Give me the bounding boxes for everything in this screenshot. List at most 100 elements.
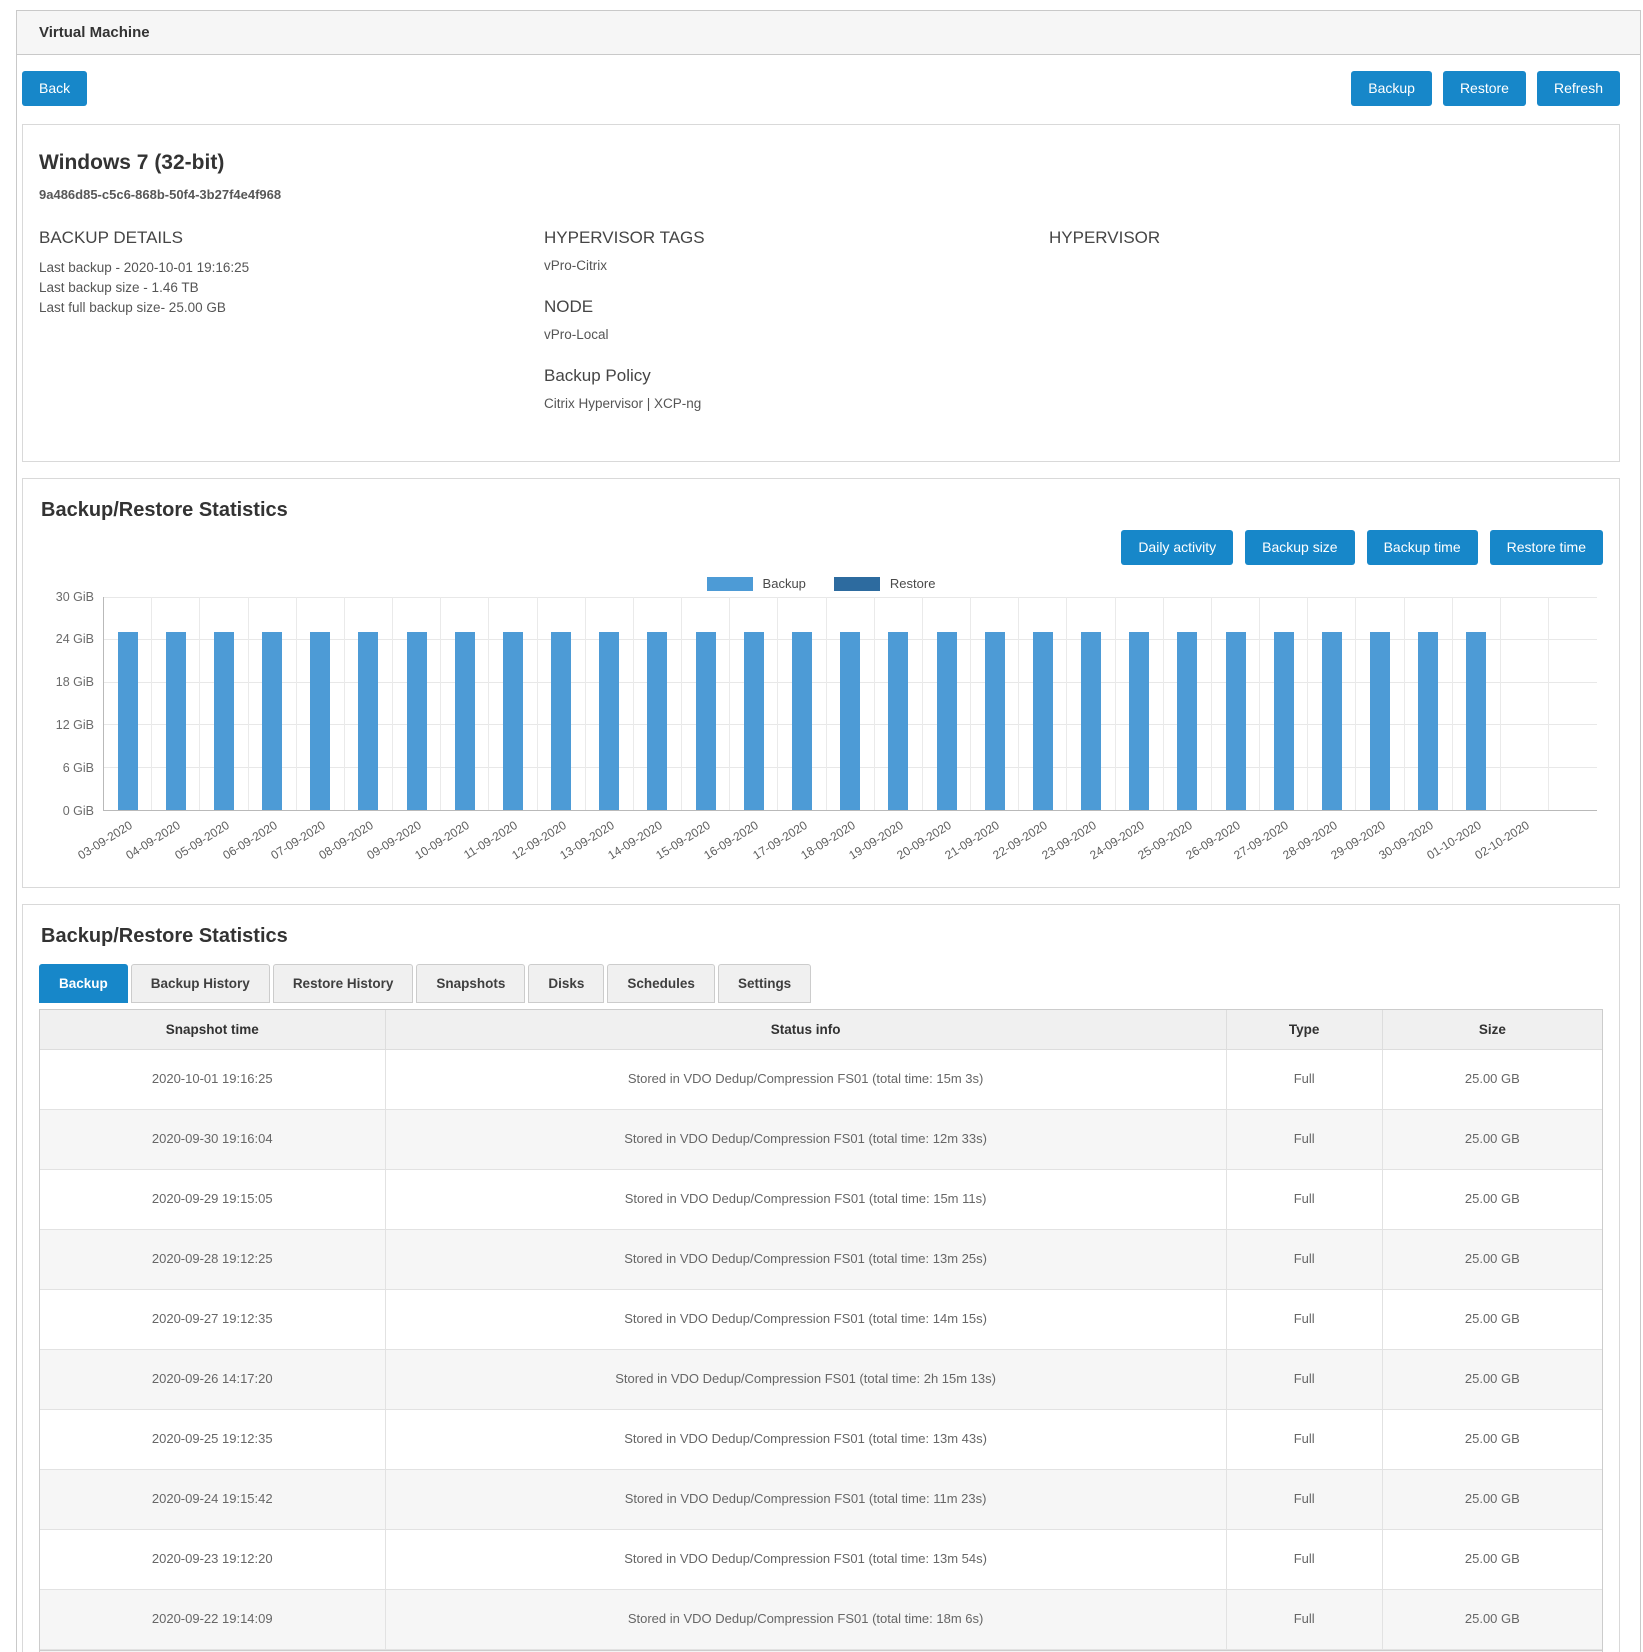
table-row[interactable]: 2020-09-23 19:12:20Stored in VDO Dedup/C… (40, 1529, 1602, 1589)
node-title: NODE (544, 297, 1049, 317)
chart-column: 16-09-2020 (730, 597, 778, 810)
column-header[interactable]: Snapshot time (40, 1010, 385, 1050)
hypervisor-tags-value: vPro-Citrix (544, 258, 1049, 273)
chart-column: 26-09-2020 (1212, 597, 1260, 810)
chart-column: 01-10-2020 (1453, 597, 1501, 810)
chart-column: 13-09-2020 (586, 597, 634, 810)
backup-bar (599, 632, 619, 810)
table-row[interactable]: 2020-09-28 19:12:25Stored in VDO Dedup/C… (40, 1229, 1602, 1289)
size-cell: 25.00 GB (1382, 1169, 1602, 1229)
table-row[interactable]: 2020-09-30 19:16:04Stored in VDO Dedup/C… (40, 1109, 1602, 1169)
snapshot-time-cell: 2020-09-28 19:12:25 (40, 1229, 385, 1289)
table-row[interactable]: 2020-09-25 19:12:35Stored in VDO Dedup/C… (40, 1409, 1602, 1469)
tab-backup-history[interactable]: Backup History (131, 964, 270, 1003)
chart-column: 30-09-2020 (1405, 597, 1453, 810)
backup-bar (937, 632, 957, 810)
backup-bar (1177, 632, 1197, 810)
size-cell: 25.00 GB (1382, 1289, 1602, 1349)
column-header[interactable]: Status info (385, 1010, 1226, 1050)
hypervisor-title: HYPERVISOR (1049, 228, 1603, 248)
type-cell: Full (1226, 1289, 1382, 1349)
status-info-cell: Stored in VDO Dedup/Compression FS01 (to… (385, 1229, 1226, 1289)
table-row[interactable]: 2020-09-27 19:12:35Stored in VDO Dedup/C… (40, 1289, 1602, 1349)
backup-detail-line: Last full backup size- 25.00 GB (39, 298, 544, 318)
chart-column: 25-09-2020 (1164, 597, 1212, 810)
chart-plot-area: 03-09-202004-09-202005-09-202006-09-2020… (103, 597, 1597, 811)
vm-uuid: 9a486d85-c5c6-868b-50f4-3b27f4e4f968 (39, 187, 1603, 202)
snapshot-time-cell: 2020-09-27 19:12:35 (40, 1289, 385, 1349)
backup-table: Snapshot timeStatus infoTypeSize 2020-10… (40, 1010, 1602, 1650)
size-cell: 25.00 GB (1382, 1529, 1602, 1589)
tab-backup[interactable]: Backup (39, 964, 128, 1003)
chart-column: 14-09-2020 (634, 597, 682, 810)
toolbar: Back Backup Restore Refresh (22, 71, 1635, 108)
y-tick-label: 6 GiB (63, 761, 94, 775)
backup-detail-line: Last backup size - 1.46 TB (39, 278, 544, 298)
status-info-cell: Stored in VDO Dedup/Compression FS01 (to… (385, 1529, 1226, 1589)
type-cell: Full (1226, 1169, 1382, 1229)
chart-view-button-backup-size[interactable]: Backup size (1245, 530, 1354, 565)
chart-view-button-daily-activity[interactable]: Daily activity (1121, 530, 1233, 565)
chart-view-button-restore-time[interactable]: Restore time (1490, 530, 1603, 565)
backup-bar (1370, 632, 1390, 810)
y-tick-label: 0 GiB (63, 804, 94, 818)
legend-label: Backup (763, 576, 806, 591)
hypervisor-tags-column: HYPERVISOR TAGS vPro-Citrix NODE vPro-Lo… (544, 228, 1049, 435)
backup-grid: Snapshot timeStatus infoTypeSize 2020-10… (39, 1009, 1603, 1652)
backup-bar (118, 632, 138, 810)
tab-bar: BackupBackup HistoryRestore HistorySnaps… (39, 964, 1603, 1003)
chart-column: 10-09-2020 (441, 597, 489, 810)
chart-panel-title: Backup/Restore Statistics (41, 499, 1603, 522)
type-cell: Full (1226, 1049, 1382, 1109)
type-cell: Full (1226, 1529, 1382, 1589)
type-cell: Full (1226, 1349, 1382, 1409)
chart-column: 04-09-2020 (152, 597, 200, 810)
backup-bar (310, 632, 330, 810)
backup-bar (792, 632, 812, 810)
status-info-cell: Stored in VDO Dedup/Compression FS01 (to… (385, 1109, 1226, 1169)
tab-snapshots[interactable]: Snapshots (416, 964, 525, 1003)
type-cell: Full (1226, 1109, 1382, 1169)
backup-bar (647, 632, 667, 810)
type-cell: Full (1226, 1469, 1382, 1529)
y-tick-label: 30 GiB (56, 590, 94, 604)
table-row[interactable]: 2020-09-26 14:17:20Stored in VDO Dedup/C… (40, 1349, 1602, 1409)
table-row[interactable]: 2020-09-22 19:14:09Stored in VDO Dedup/C… (40, 1589, 1602, 1649)
backup-button[interactable]: Backup (1351, 71, 1432, 106)
restore-button[interactable]: Restore (1443, 71, 1526, 106)
table-row[interactable]: 2020-10-01 19:16:25Stored in VDO Dedup/C… (40, 1049, 1602, 1109)
column-header[interactable]: Type (1226, 1010, 1382, 1050)
table-row[interactable]: 2020-09-29 19:15:05Stored in VDO Dedup/C… (40, 1169, 1602, 1229)
chart-column: 08-09-2020 (345, 597, 393, 810)
page: Virtual Machine Back Backup Restore Refr… (0, 0, 1643, 1652)
gridline (104, 810, 1597, 811)
back-button[interactable]: Back (22, 71, 87, 106)
backup-bar (1466, 632, 1486, 810)
hypervisor-tags-title: HYPERVISOR TAGS (544, 228, 1049, 248)
tab-settings[interactable]: Settings (718, 964, 811, 1003)
window-title: Virtual Machine (17, 11, 1640, 55)
tab-disks[interactable]: Disks (528, 964, 604, 1003)
tab-restore-history[interactable]: Restore History (273, 964, 414, 1003)
backup-bar (744, 632, 764, 810)
refresh-button[interactable]: Refresh (1537, 71, 1620, 106)
table-row[interactable]: 2020-09-24 19:15:42Stored in VDO Dedup/C… (40, 1469, 1602, 1529)
backup-policy-value: Citrix Hypervisor | XCP-ng (544, 396, 1049, 411)
chart-column: 18-09-2020 (827, 597, 875, 810)
backup-bar (503, 632, 523, 810)
backup-bar (1418, 632, 1438, 810)
chart-legend: BackupRestore (39, 575, 1603, 593)
tab-schedules[interactable]: Schedules (607, 964, 715, 1003)
backup-details-lines: Last backup - 2020-10-01 19:16:25Last ba… (39, 258, 544, 319)
status-info-cell: Stored in VDO Dedup/Compression FS01 (to… (385, 1289, 1226, 1349)
column-header[interactable]: Size (1382, 1010, 1602, 1050)
type-cell: Full (1226, 1229, 1382, 1289)
backup-policy-block: Backup Policy Citrix Hypervisor | XCP-ng (544, 366, 1049, 411)
backup-bar (1226, 632, 1246, 810)
snapshot-time-cell: 2020-09-24 19:15:42 (40, 1469, 385, 1529)
legend-swatch (707, 577, 753, 591)
chart-view-button-backup-time[interactable]: Backup time (1367, 530, 1478, 565)
size-cell: 25.00 GB (1382, 1589, 1602, 1649)
status-info-cell: Stored in VDO Dedup/Compression FS01 (to… (385, 1169, 1226, 1229)
backup-bar (1129, 632, 1149, 810)
